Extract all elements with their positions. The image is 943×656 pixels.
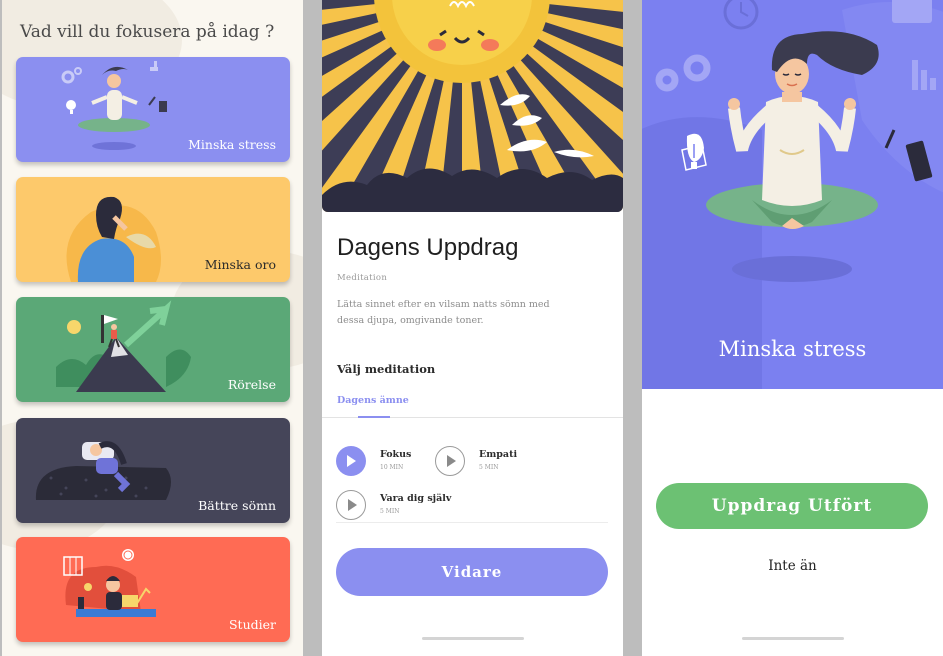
mission-screen: Dagens Uppdrag Meditation Lätta sinnet e… <box>322 0 623 656</box>
home-indicator <box>422 637 524 640</box>
meditation-title: Vara dig själv <box>380 493 452 504</box>
card-minska-oro[interactable]: Minska oro <box>16 177 290 282</box>
category-label: Meditation <box>337 273 388 283</box>
card-minska-stress[interactable]: Minska stress <box>16 57 290 162</box>
section-heading-select-meditation: Välj meditation <box>337 362 436 376</box>
card-label-rorelse: Rörelse <box>227 377 276 392</box>
meditation-title: Fokus <box>380 449 412 460</box>
mission-done-button[interactable]: Uppdrag Utfört <box>656 483 928 529</box>
not-yet-link[interactable]: Inte än <box>642 558 943 574</box>
card-studier[interactable]: Studier <box>16 537 290 642</box>
meditation-item-fokus[interactable]: Fokus 10 MIN <box>336 446 426 480</box>
card-rorelse[interactable]: Rörelse <box>16 297 290 402</box>
card-label-battre-somn: Bättre sömn <box>198 498 276 513</box>
meditation-duration: 10 MIN <box>380 464 404 471</box>
sun-hero-image <box>322 0 623 212</box>
card-battre-somn[interactable]: Bättre sömn <box>16 418 290 523</box>
tab-dagens-amne[interactable]: Dagens ämne <box>337 395 409 406</box>
smiling-sun-icon <box>322 0 623 212</box>
page-title: Dagens Uppdrag <box>337 234 519 261</box>
meditation-duration: 5 MIN <box>380 508 400 515</box>
list-divider <box>336 522 608 523</box>
mission-description: Lätta sinnet efter en vilsam natts sömn … <box>337 299 550 326</box>
card-label-minska-stress: Minska stress <box>188 137 276 152</box>
card-label-minska-oro: Minska oro <box>204 257 276 272</box>
focus-screen: Vad vill du fokusera på idag ? Minska st… <box>2 0 303 656</box>
meditation-duration: 5 MIN <box>479 464 499 471</box>
play-icon[interactable] <box>435 446 465 476</box>
meditation-item-vara-dig-sjalv[interactable]: Vara dig själv 5 MIN <box>336 490 456 524</box>
meditation-woman-illustration-icon <box>642 0 943 389</box>
play-icon[interactable] <box>336 490 366 520</box>
continue-button[interactable]: Vidare <box>336 548 608 596</box>
detail-screen: Minska stress Uppdrag Utfört Inte än <box>642 0 943 656</box>
tab-active-indicator <box>358 416 390 418</box>
home-indicator <box>742 637 844 640</box>
focus-question-title: Vad vill du fokusera på idag ? <box>20 22 275 42</box>
play-icon[interactable] <box>336 446 366 476</box>
meditation-item-empati[interactable]: Empati 5 MIN <box>435 446 525 480</box>
meditation-title: Empati <box>479 449 518 460</box>
detail-title: Minska stress <box>718 337 867 361</box>
card-label-studier: Studier <box>228 617 276 632</box>
meditation-hero: Minska stress <box>642 0 943 389</box>
